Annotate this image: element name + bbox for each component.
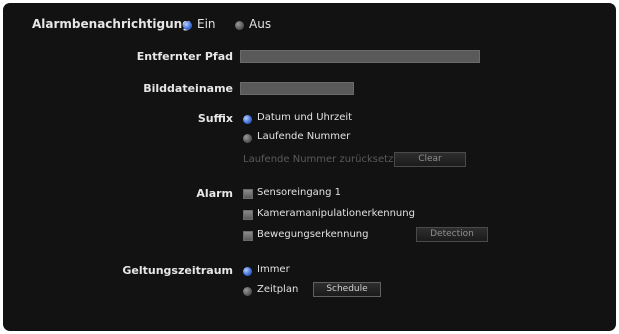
settings-panel: Alarmbenachrichtigung Ein Aus Entfernter… <box>3 3 616 331</box>
validity-period-label: Geltungszeitraum <box>122 264 233 277</box>
suffix-datetime-radio[interactable] <box>243 115 252 124</box>
clear-button[interactable]: Clear <box>394 152 466 167</box>
remote-path-field[interactable] <box>240 50 480 63</box>
image-filename-label: Bilddateiname <box>143 82 233 95</box>
sensor-input-checkbox[interactable] <box>243 189 253 199</box>
motion-detection-checkbox[interactable] <box>243 231 253 241</box>
validity-schedule-label: Zeitplan <box>257 284 299 295</box>
tampering-label: Kameramanipulationerkennung <box>257 208 415 219</box>
notification-off-label: Aus <box>249 17 272 31</box>
validity-always-radio[interactable] <box>243 267 252 276</box>
alarm-notification-label: Alarmbenachrichtigung <box>32 17 191 31</box>
validity-always-label: Immer <box>257 264 290 275</box>
alarm-label: Alarm <box>196 187 233 200</box>
suffix-sequence-radio[interactable] <box>243 134 252 143</box>
schedule-button[interactable]: Schedule <box>313 282 381 297</box>
sensor-input-label: Sensoreingang 1 <box>257 187 342 198</box>
tampering-checkbox[interactable] <box>243 210 253 220</box>
suffix-sequence-label: Laufende Nummer <box>257 131 351 142</box>
suffix-label: Suffix <box>197 112 233 125</box>
reset-sequence-label: Laufende Nummer zurücksetzen <box>243 154 406 165</box>
validity-schedule-radio[interactable] <box>243 287 252 296</box>
notification-on-radio[interactable] <box>183 21 192 30</box>
notification-off-radio[interactable] <box>235 21 244 30</box>
motion-detection-label: Bewegungserkennung <box>257 229 369 240</box>
notification-on-label: Ein <box>197 17 216 31</box>
suffix-datetime-label: Datum und Uhrzeit <box>257 112 353 123</box>
detection-button[interactable]: Detection <box>416 227 488 242</box>
remote-path-label: Entfernter Pfad <box>136 50 233 63</box>
image-filename-field[interactable] <box>240 82 354 95</box>
